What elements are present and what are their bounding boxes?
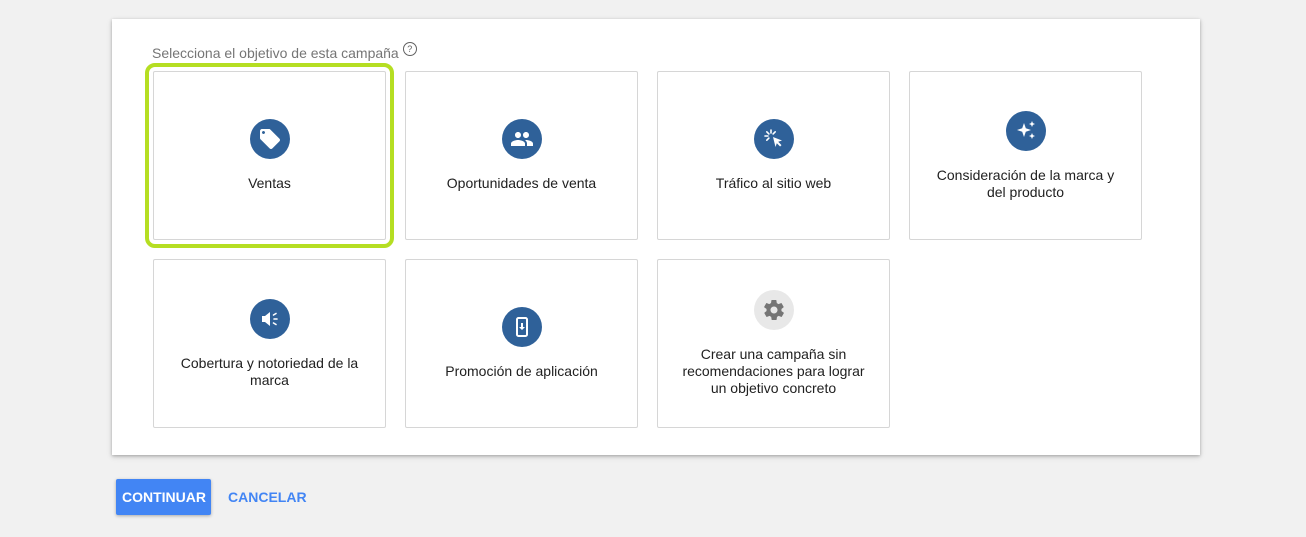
objective-card-promocion-app[interactable]: Promoción de aplicación — [405, 259, 638, 428]
cursor-click-icon — [753, 119, 794, 159]
people-icon — [501, 119, 542, 159]
objective-card-consideracion[interactable]: Consideración de la marca y del producto — [909, 71, 1142, 240]
megaphone-icon — [249, 298, 290, 339]
objective-label: Ventas — [248, 175, 291, 191]
objective-label: Promoción de aplicación — [445, 363, 598, 379]
objective-label: Crear una campaña sin recomendaciones pa… — [682, 346, 865, 396]
objective-panel: Selecciona el objetivo de esta campaña ?… — [112, 19, 1200, 455]
sparkle-icon — [1005, 110, 1046, 151]
gear-icon — [753, 290, 794, 330]
phone-download-icon — [501, 307, 542, 347]
objective-card-sin-recomendaciones[interactable]: Crear una campaña sin recomendaciones pa… — [657, 259, 890, 428]
tag-icon — [249, 119, 290, 159]
objective-label: Consideración de la marca y del producto — [936, 166, 1115, 200]
help-icon[interactable]: ? — [402, 42, 417, 56]
objective-label: Oportunidades de venta — [446, 175, 597, 191]
objective-label: Tráfico al sitio web — [715, 175, 832, 191]
objective-card-ventas[interactable]: Ventas — [145, 63, 394, 248]
objective-card-oportunidades[interactable]: Oportunidades de venta — [405, 71, 638, 240]
objective-label: Cobertura y notoriedad de la marca — [180, 354, 359, 388]
objective-prompt: Selecciona el objetivo de esta campaña ? — [152, 42, 417, 61]
objective-card-trafico[interactable]: Tráfico al sitio web — [657, 71, 890, 240]
objective-card-cobertura[interactable]: Cobertura y notoriedad de la marca — [153, 259, 386, 428]
cancel-button[interactable]: CANCELAR — [222, 479, 313, 515]
continue-button[interactable]: CONTINUAR — [116, 479, 211, 515]
prompt-text: Selecciona el objetivo de esta campaña — [152, 45, 399, 61]
